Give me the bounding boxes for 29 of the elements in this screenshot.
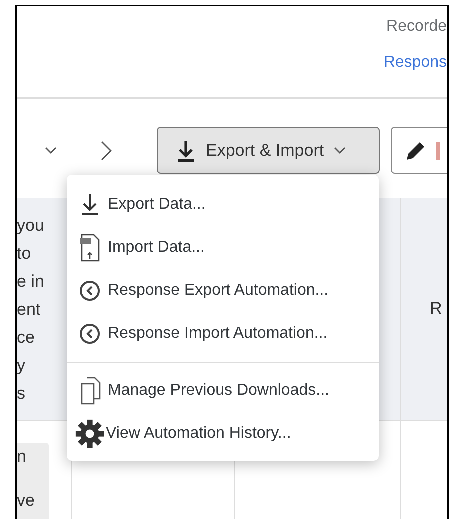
file-upload-icon bbox=[79, 234, 101, 262]
download-icon bbox=[79, 192, 101, 216]
menu-item[interactable]: View Automation History... bbox=[67, 412, 379, 455]
table-cell: n ve bbox=[17, 443, 49, 519]
caret-icon bbox=[334, 146, 346, 154]
clock-icon bbox=[79, 322, 101, 344]
download-icon bbox=[176, 138, 196, 162]
documents-icon bbox=[79, 376, 101, 404]
export-import-button[interactable]: Export & Import bbox=[157, 127, 380, 174]
clock-icon bbox=[79, 280, 101, 302]
header-text: ent bbox=[17, 299, 42, 321]
header-text: you bbox=[17, 215, 44, 237]
header-text: e in bbox=[17, 271, 44, 293]
menu-item[interactable]: Response Export Automation... bbox=[67, 269, 379, 312]
menu-item[interactable]: Export Data... bbox=[67, 183, 379, 226]
responses-link[interactable]: Respons bbox=[384, 54, 447, 72]
column-header: R bbox=[430, 298, 442, 320]
header-text: s bbox=[17, 383, 26, 405]
header-text: to bbox=[17, 243, 32, 265]
chevron-down-icon[interactable] bbox=[45, 146, 57, 154]
header-text: ce bbox=[17, 327, 36, 349]
gear-icon bbox=[75, 418, 105, 448]
chevron-right-icon[interactable] bbox=[101, 140, 113, 160]
menu-item[interactable]: Import Data... bbox=[67, 226, 379, 269]
edit-button[interactable] bbox=[391, 127, 447, 174]
header-text: y bbox=[17, 355, 26, 377]
menu-item[interactable]: Manage Previous Downloads... bbox=[67, 369, 379, 412]
recorded-label: Recorde bbox=[386, 18, 447, 36]
menu-item[interactable]: Response Import Automation... bbox=[67, 312, 379, 355]
